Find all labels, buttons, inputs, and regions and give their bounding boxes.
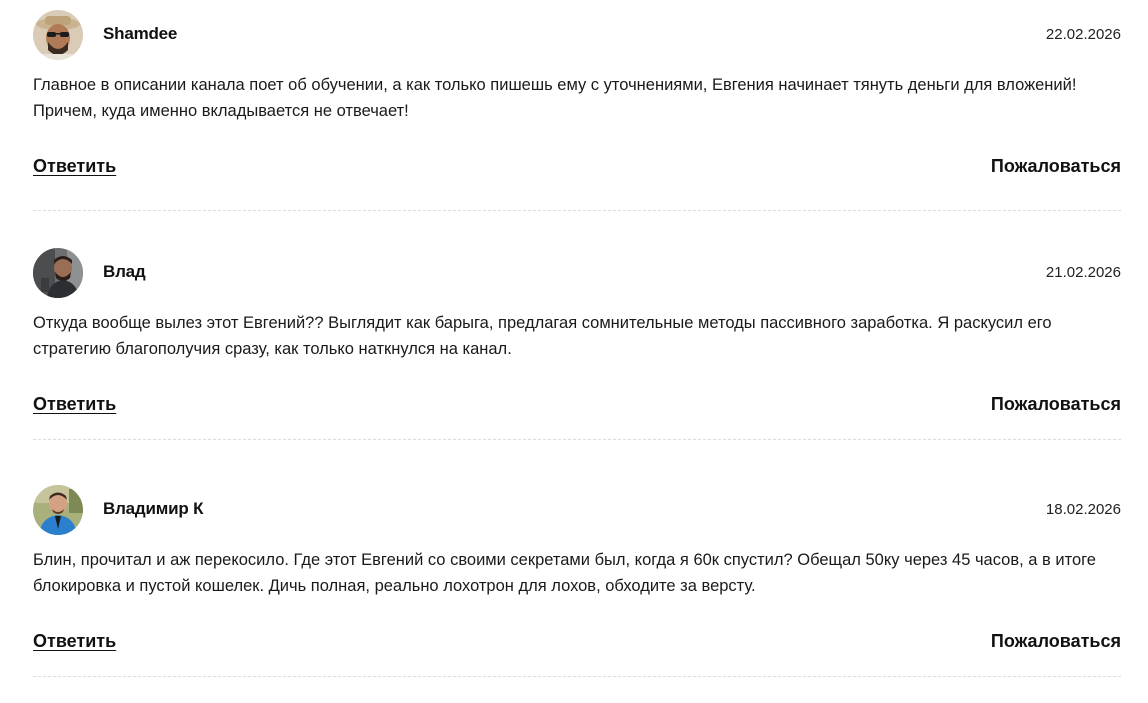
avatar[interactable] <box>33 10 83 60</box>
avatar-image <box>33 10 83 60</box>
comment-header: Влад 21.02.2026 <box>33 248 1121 298</box>
avatar-image <box>33 248 83 298</box>
comment-author: Shamdee <box>103 24 178 43</box>
reply-link[interactable]: Ответить <box>33 631 116 652</box>
comment-date: 22.02.2026 <box>1045 26 1121 43</box>
comment-item: Shamdee 22.02.2026 Главное в описании ка… <box>33 10 1121 211</box>
avatar[interactable] <box>33 485 83 535</box>
report-link[interactable]: Пожаловаться <box>991 156 1121 177</box>
comment-actions: Ответить Пожаловаться <box>33 631 1121 657</box>
reply-link[interactable]: Ответить <box>33 156 116 177</box>
comment-date: 18.02.2026 <box>1045 501 1121 518</box>
report-link[interactable]: Пожаловаться <box>991 631 1121 652</box>
comment-date: 21.02.2026 <box>1045 264 1121 281</box>
comment-actions: Ответить Пожаловаться <box>33 394 1121 420</box>
avatar[interactable] <box>33 248 83 298</box>
comment-text: Блин, прочитал и аж перекосило. Где этот… <box>33 551 1096 595</box>
comments-list: Shamdee 22.02.2026 Главное в описании ка… <box>0 0 1148 703</box>
comment-actions: Ответить Пожаловаться <box>33 156 1121 182</box>
comment-item: Владимир К 18.02.2026 Блин, прочитал и а… <box>33 485 1121 677</box>
comment-header: Владимир К 18.02.2026 <box>33 485 1121 535</box>
comment-header: Shamdee 22.02.2026 <box>33 10 1121 60</box>
comment-item: Влад 21.02.2026 Откуда вообще вылез этот… <box>33 248 1121 440</box>
comment-text: Откуда вообще вылез этот Евгений?? Выгля… <box>33 314 1052 358</box>
comment-author: Влад <box>103 262 146 281</box>
comment-author: Владимир К <box>103 499 204 518</box>
report-link[interactable]: Пожаловаться <box>991 394 1121 415</box>
comment-text: Главное в описании канала поет об обучен… <box>33 76 1077 120</box>
avatar-image <box>33 485 83 535</box>
reply-link[interactable]: Ответить <box>33 394 116 415</box>
